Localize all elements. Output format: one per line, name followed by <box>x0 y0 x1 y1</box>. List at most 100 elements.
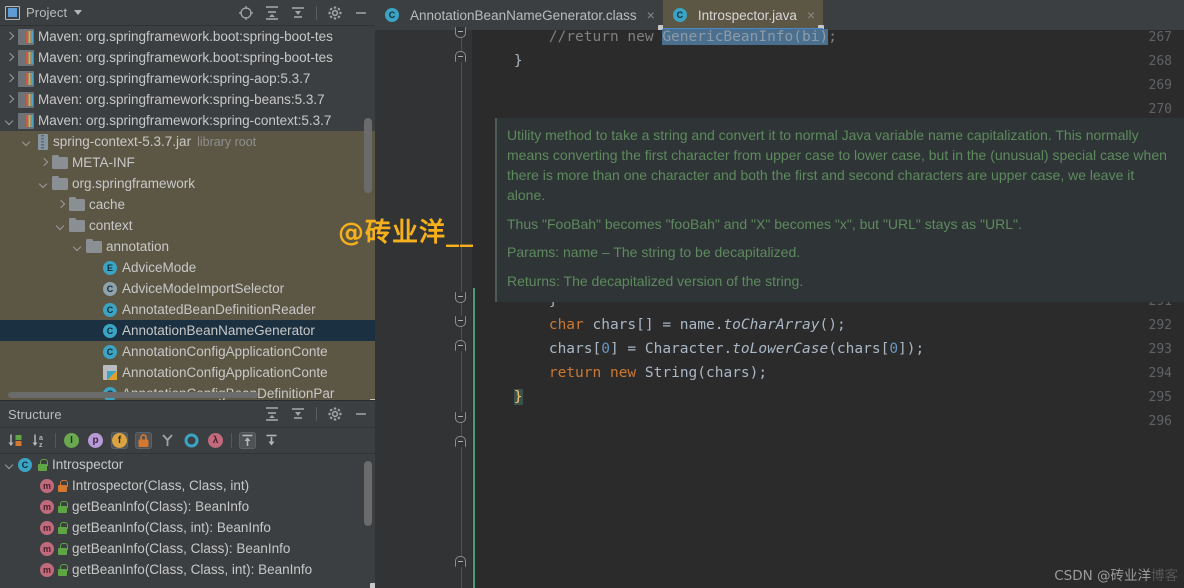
tree-item[interactable]: Maven: org.springframework.boot:spring-b… <box>0 26 375 47</box>
gear-icon[interactable] <box>327 5 343 21</box>
minimize-icon[interactable] <box>353 406 369 422</box>
toolbar-separator <box>316 407 317 421</box>
code-line[interactable]: } <box>479 54 523 69</box>
tree-item-label: AdviceModeImportSelector <box>122 281 285 296</box>
tree-item[interactable]: E AdviceMode <box>0 257 375 278</box>
tree-item[interactable]: spring-context-5.3.7.jar library root <box>0 131 375 152</box>
chevron-right-icon[interactable] <box>55 199 67 211</box>
line-number: 296 <box>1148 414 1172 429</box>
structure-scrollbar[interactable] <box>364 461 372 526</box>
tree-item[interactable]: Maven: org.springframework:spring-aop:5.… <box>0 68 375 89</box>
editor-tab[interactable]: C AnnotationBeanNameGenerator.class × <box>375 0 663 30</box>
show-properties-icon[interactable]: p <box>87 432 104 449</box>
chevron-down-icon[interactable] <box>4 115 16 127</box>
code-line[interactable]: char chars[] = name.toCharArray(); <box>479 318 846 333</box>
lock-open-icon <box>57 500 68 513</box>
collapse-all-icon[interactable] <box>290 406 306 422</box>
fold-marker-collapse <box>455 316 466 327</box>
show-non-public-icon[interactable] <box>135 432 152 449</box>
structure-item[interactable]: m getBeanInfo(Class, int): BeanInfo <box>0 517 375 538</box>
chevron-right-icon[interactable] <box>4 73 16 85</box>
code-line[interactable]: return new String(chars); <box>479 366 767 381</box>
close-icon[interactable]: × <box>647 7 655 23</box>
static-method-icon: m <box>40 499 54 514</box>
close-icon[interactable]: × <box>807 7 815 23</box>
lambda-icon[interactable]: λ <box>207 432 224 449</box>
tree-item[interactable]: C AnnotationBeanNameGenerator <box>0 320 375 341</box>
expand-all-icon[interactable] <box>264 5 280 21</box>
fold-marker-collapse <box>455 412 466 423</box>
structure-tree[interactable]: C Introspector m Introspector(Class, Class,… <box>0 454 375 580</box>
tree-item-label: AnnotatedBeanDefinitionReader <box>122 302 316 317</box>
show-fields-icon[interactable]: f <box>111 432 128 449</box>
tree-item[interactable]: C AnnotatedBeanDefinitionReader <box>0 299 375 320</box>
minimize-icon[interactable] <box>353 5 369 21</box>
editor-tab-bar: C AnnotationBeanNameGenerator.class × C Intr… <box>375 0 1184 30</box>
code-editor[interactable]: 2672682692702842852862872882892902912922… <box>375 27 1184 588</box>
project-tree-scrollbar[interactable] <box>364 118 372 193</box>
toolbar-separator <box>316 5 317 20</box>
tree-item[interactable]: Maven: org.springframework.boot:spring-b… <box>0 47 375 68</box>
project-tree[interactable]: Maven: org.springframework.boot:spring-b… <box>0 26 375 404</box>
tree-item-label: spring-context-5.3.7.jar <box>53 134 192 149</box>
code-line[interactable]: //return new GenericBeanInfo(bi); <box>479 29 837 45</box>
structure-toolbar[interactable]: a z I p f λ <box>0 427 375 454</box>
chevron-down-icon[interactable] <box>21 136 33 148</box>
svg-text:a: a <box>39 435 43 442</box>
chevron-right-icon[interactable] <box>4 52 16 64</box>
collapse-all-icon[interactable] <box>290 5 306 21</box>
locate-icon[interactable] <box>238 5 254 21</box>
tree-item[interactable]: context <box>0 215 375 236</box>
sort-alphabetically-icon[interactable]: a z <box>31 432 48 449</box>
structure-item[interactable]: m getBeanInfo(Class, Class): BeanInfo <box>0 538 375 559</box>
collapse-all-icon[interactable] <box>263 432 280 449</box>
show-anonymous-icon[interactable] <box>159 432 176 449</box>
structure-item[interactable]: C Introspector <box>0 454 375 475</box>
chevron-down-icon[interactable] <box>72 241 84 253</box>
fold-marker-expand <box>455 340 466 351</box>
svg-text:z: z <box>39 442 43 449</box>
show-lambdas-circle-icon[interactable] <box>183 432 200 449</box>
editor-tab[interactable]: C Introspector.java × <box>662 0 824 30</box>
project-tree-hscrollbar[interactable] <box>8 392 258 398</box>
tree-item[interactable]: AnnotationConfigApplicationConte <box>0 362 375 383</box>
tree-item[interactable]: annotation <box>0 236 375 257</box>
code-line[interactable]: } <box>479 389 523 405</box>
chevron-down-icon[interactable] <box>55 220 67 232</box>
tree-item[interactable]: Maven: org.springframework:spring-beans:… <box>0 89 375 110</box>
tree-item[interactable]: cache <box>0 194 375 215</box>
javadoc-tooltip: Utility method to take a string and conv… <box>495 118 1184 303</box>
show-inherited-icon[interactable]: I <box>63 432 80 449</box>
chevron-down-icon[interactable] <box>4 459 16 471</box>
structure-item[interactable]: m getBeanInfo(Class): BeanInfo <box>0 496 375 517</box>
sort-by-visibility-icon[interactable] <box>7 432 24 449</box>
expand-all-icon[interactable] <box>239 432 256 449</box>
structure-item[interactable]: m Introspector(Class, Class, int) <box>0 475 375 496</box>
line-number: 269 <box>1148 78 1172 93</box>
chevron-down-icon[interactable] <box>38 178 50 190</box>
chevron-right-icon[interactable] <box>38 157 50 169</box>
tree-item[interactable]: C AdviceModeImportSelector <box>0 278 375 299</box>
gear-icon[interactable] <box>327 406 343 422</box>
tree-item[interactable]: Maven: org.springframework:spring-contex… <box>0 110 375 131</box>
lock-open-icon <box>57 563 68 576</box>
lock-open-icon <box>57 542 68 555</box>
code-line[interactable]: chars[0] = Character.toLowerCase(chars[0… <box>479 342 924 357</box>
javadoc-params: Params: name – The string to be decapita… <box>507 244 801 261</box>
structure-item[interactable]: m getBeanInfo(Class, Class, int): BeanInf… <box>0 559 375 580</box>
tree-item[interactable]: org.springframework <box>0 173 375 194</box>
tree-item-label: Maven: org.springframework:spring-beans:… <box>38 92 325 107</box>
class-icon: C <box>672 8 687 22</box>
chevron-right-icon[interactable] <box>4 94 16 106</box>
tree-item-label: AnnotationConfigApplicationConte <box>122 365 328 380</box>
tree-item[interactable]: META-INF <box>0 152 375 173</box>
expand-all-icon[interactable] <box>264 406 280 422</box>
structure-tool-window: Structure a z I p f λ C Introspector m I… <box>0 400 375 588</box>
chevron-right-icon[interactable] <box>4 31 16 43</box>
fold-marker-expand <box>455 436 466 447</box>
chevron-down-icon[interactable] <box>74 10 83 15</box>
tree-item[interactable]: C AnnotationConfigApplicationConte <box>0 341 375 362</box>
